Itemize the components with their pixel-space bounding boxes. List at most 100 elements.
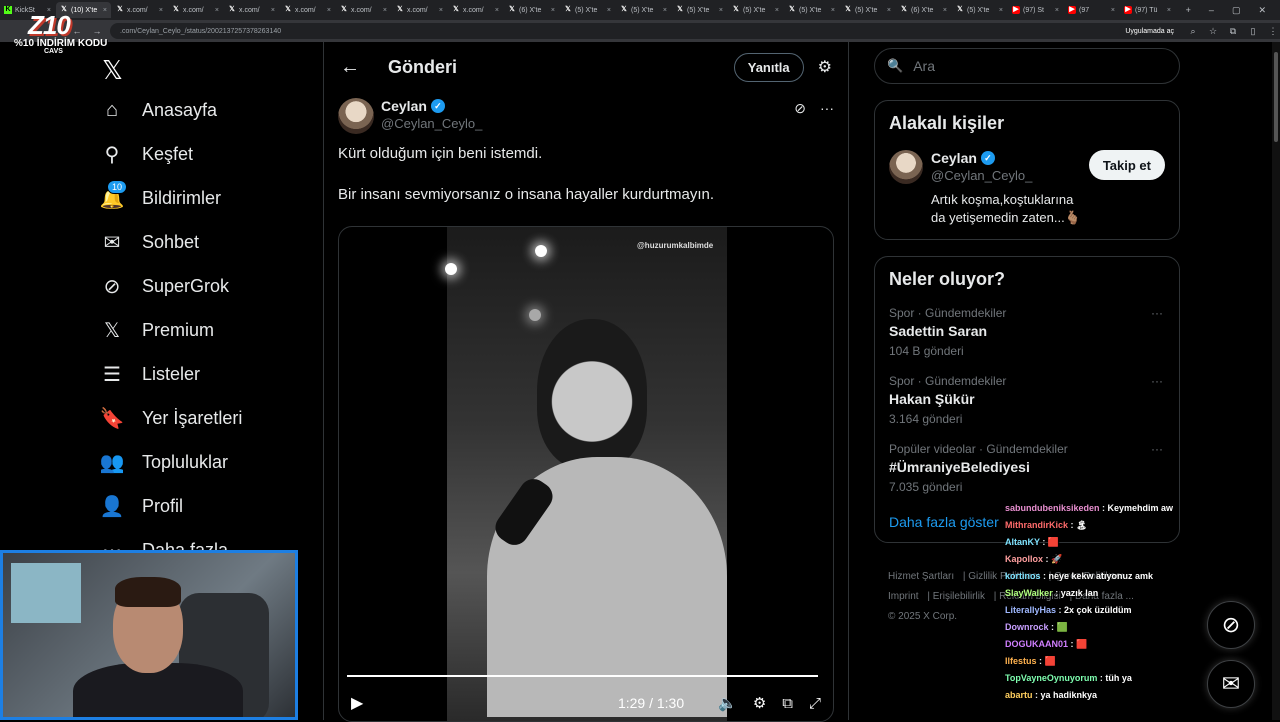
browser-tab[interactable]: ▶ (97 × [1064, 2, 1119, 18]
nav-item-bildirimler[interactable]: 🔔 10 Bildirimler [100, 176, 320, 220]
settings-gear-icon[interactable]: ⚙ [753, 694, 766, 712]
browser-tab[interactable]: 𝕏 (5) X'te × [840, 2, 895, 18]
x-logo-icon[interactable]: 𝕏 [100, 52, 320, 88]
footer-link[interactable]: Imprint [888, 591, 919, 602]
related-avatar[interactable] [889, 150, 923, 184]
browser-tab[interactable]: ▶ (97) St × [1008, 2, 1063, 18]
browser-tab[interactable]: 𝕏 (5) X'te × [728, 2, 783, 18]
close-tab-icon[interactable]: × [103, 7, 107, 14]
browser-tab[interactable]: 𝕏 (5) X'te × [672, 2, 727, 18]
close-tab-icon[interactable]: × [1055, 7, 1059, 14]
close-tab-icon[interactable]: × [327, 7, 331, 14]
related-display-name[interactable]: Ceylan [931, 150, 977, 166]
nav-item-anasayfa[interactable]: ⌂ Anasayfa [100, 88, 320, 132]
grok-icon[interactable]: ⊘ [794, 100, 806, 117]
nav-item-listeler[interactable]: ☰ Listeler [100, 352, 320, 396]
trend-item[interactable]: Popüler videolar · Gündemdekiler #Ümraniy… [889, 442, 1165, 494]
close-tab-icon[interactable]: × [775, 7, 779, 14]
nav-item-yer-i-şaretleri[interactable]: 🔖 Yer İşaretleri [100, 396, 320, 440]
related-handle[interactable]: @Ceylan_Ceylo_ [931, 168, 1089, 183]
browser-tab[interactable]: 𝕏x.com/ × [448, 2, 503, 18]
chat-username: TopVayneOynuyorum [1005, 673, 1098, 683]
close-tab-icon[interactable]: × [215, 7, 219, 14]
close-tab-icon[interactable]: × [607, 7, 611, 14]
browser-tab[interactable]: 𝕏x.com/ × [336, 2, 391, 18]
scrollbar-thumb[interactable] [1274, 52, 1278, 142]
close-tab-icon[interactable]: × [1111, 7, 1115, 14]
nav-item-supergrok[interactable]: ⊘ SuperGrok [100, 264, 320, 308]
x-favicon-icon: 𝕏 [733, 6, 739, 13]
browser-tab[interactable]: 𝕏x.com/ × [280, 2, 335, 18]
page-scrollbar[interactable] [1272, 42, 1280, 720]
volume-icon[interactable]: 🔈 [718, 694, 737, 712]
author-display-name[interactable]: Ceylan [381, 98, 427, 114]
browser-tab[interactable]: 𝕏x.com/ × [168, 2, 223, 18]
close-tab-icon[interactable]: × [943, 7, 947, 14]
browser-tab[interactable]: 𝕏x.com/ × [112, 2, 167, 18]
nav-item-topluluklar[interactable]: 👥 Topluluklar [100, 440, 320, 484]
nav-item-sohbet[interactable]: ✉ Sohbet [100, 220, 320, 264]
search-box[interactable]: 🔍 [874, 48, 1180, 84]
video-player[interactable]: @huzurumkalbimde ▶ 1:29 / 1:30 🔈 ⚙ ⧉ ⤢ [338, 226, 834, 722]
fullscreen-icon[interactable]: ⤢ [809, 695, 821, 712]
browser-tab[interactable]: 𝕏 (5) X'te × [560, 2, 615, 18]
close-tab-icon[interactable]: × [495, 7, 499, 14]
grok-fab-icon[interactable]: ⊘ [1207, 601, 1255, 649]
footer-link[interactable]: Erişilebilirlik [933, 591, 985, 602]
sidebar-icon[interactable]: ▯ [1246, 26, 1260, 37]
browser-tab[interactable]: 𝕏 (5) X'te × [952, 2, 1007, 18]
browser-tab[interactable]: 𝕏x.com/ × [224, 2, 279, 18]
url-field[interactable]: .com/Ceylan_Ceylo_/status/20021372573782… [110, 23, 1280, 39]
more-options-icon[interactable]: ··· [820, 100, 834, 117]
x-favicon-icon: 𝕏 [117, 6, 123, 13]
close-tab-icon[interactable]: × [383, 7, 387, 14]
related-person[interactable]: Ceylan ✓ @Ceylan_Ceylo_ Artık koşma,koştu… [889, 150, 1165, 227]
x-favicon-icon: 𝕏 [509, 6, 515, 13]
footer-link[interactable]: Hizmet Şartları [888, 571, 954, 582]
close-tab-icon[interactable]: × [1167, 7, 1171, 14]
new-tab-icon[interactable]: + [1186, 5, 1191, 16]
follow-button[interactable]: Takip et [1088, 150, 1165, 180]
close-tab-icon[interactable]: × [159, 7, 163, 14]
search-input[interactable] [913, 58, 1154, 74]
messages-fab-icon[interactable]: ✉ [1207, 660, 1255, 708]
close-tab-icon[interactable]: × [719, 7, 723, 14]
close-window-icon[interactable]: ✕ [1258, 5, 1266, 16]
close-tab-icon[interactable]: × [439, 7, 443, 14]
nav-item-profil[interactable]: 👤 Profil [100, 484, 320, 528]
trend-more-icon[interactable]: ··· [1151, 306, 1163, 320]
browser-tab[interactable]: 𝕏 (6) X'te × [504, 2, 559, 18]
filter-sliders-icon[interactable]: ⚙ [818, 57, 832, 77]
picture-in-picture-icon[interactable]: ⧉ [782, 695, 793, 712]
reply-button[interactable]: Yanıtla [733, 52, 804, 82]
browser-tab[interactable]: ▶ (97) Tü × [1120, 2, 1175, 18]
author-avatar[interactable] [338, 98, 374, 134]
trend-more-icon[interactable]: ··· [1151, 374, 1163, 388]
back-arrow-icon[interactable]: ← [340, 56, 370, 79]
close-tab-icon[interactable]: × [271, 7, 275, 14]
video-progress-bar[interactable] [347, 675, 818, 677]
nav-item-premium[interactable]: 𝕏 Premium [100, 308, 320, 352]
trend-item[interactable]: Spor · Gündemdekiler Sadettin Saran 104 B … [889, 306, 1165, 358]
extensions-icon[interactable]: ⧉ [1226, 26, 1240, 37]
maximize-icon[interactable]: ▢ [1232, 5, 1241, 16]
zoom-icon[interactable]: ⌕ [1186, 26, 1200, 37]
author-handle[interactable]: @Ceylan_Ceylo_ [381, 116, 482, 131]
nav-item-keşfet[interactable]: ⚲ Keşfet [100, 132, 320, 176]
close-tab-icon[interactable]: × [831, 7, 835, 14]
browser-menu-icon[interactable]: ⋮ [1266, 26, 1280, 37]
open-in-app-button[interactable]: Uygulamada aç [1119, 25, 1180, 37]
browser-tab[interactable]: 𝕏 (5) X'te × [784, 2, 839, 18]
close-tab-icon[interactable]: × [663, 7, 667, 14]
browser-tab[interactable]: 𝕏 (6) X'te × [896, 2, 951, 18]
minimize-icon[interactable]: – [1209, 5, 1214, 16]
trend-more-icon[interactable]: ··· [1151, 442, 1163, 456]
bookmark-star-icon[interactable]: ☆ [1206, 26, 1220, 37]
browser-tab[interactable]: 𝕏 (5) X'te × [616, 2, 671, 18]
trend-item[interactable]: Spor · Gündemdekiler Hakan Şükür 3.164 gön… [889, 374, 1165, 426]
browser-tab[interactable]: 𝕏x.com/ × [392, 2, 447, 18]
close-tab-icon[interactable]: × [887, 7, 891, 14]
close-tab-icon[interactable]: × [551, 7, 555, 14]
play-icon[interactable]: ▶ [351, 693, 363, 713]
close-tab-icon[interactable]: × [999, 7, 1003, 14]
